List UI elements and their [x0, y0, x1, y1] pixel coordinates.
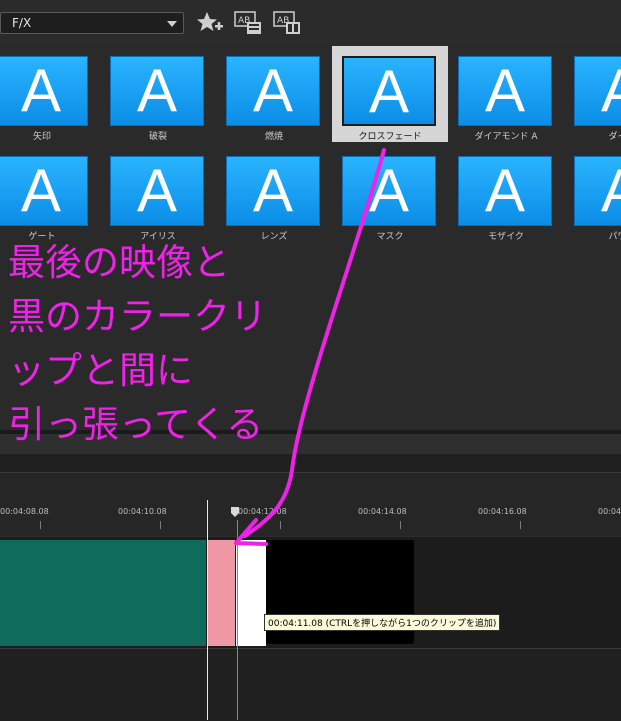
transition-thumbnail: A: [458, 56, 552, 126]
transition-label: 燃焼: [264, 132, 283, 142]
clip-boundary-line: [207, 500, 208, 720]
transition-label: 破裂: [148, 132, 167, 142]
transition-label: ダイア: [608, 132, 621, 142]
playhead-line[interactable]: [237, 520, 238, 720]
thumbnail-letter: A: [20, 57, 62, 124]
transition-label: マスク: [376, 232, 404, 242]
transition-clip[interactable]: [236, 540, 266, 646]
transition-thumbnail: A: [342, 56, 436, 126]
ruler-tick-label: 00:04:12.08: [238, 507, 287, 516]
transition-label: 矢印: [32, 132, 51, 142]
thumbnail-letter: A: [136, 157, 178, 224]
thumbnail-letter: A: [484, 57, 526, 124]
ruler-tick-label: 00:04:16.08: [478, 507, 527, 516]
thumbnail-letter: A: [252, 157, 294, 224]
annotation-line: 黒のカラークリ: [8, 295, 267, 338]
transition-tile-mosaic[interactable]: A モザイク: [448, 146, 564, 242]
thumbnail-letter: A: [20, 157, 62, 224]
ruler-tick-label: 00:04:08.08: [0, 507, 49, 516]
transition-thumbnail: A: [110, 156, 204, 226]
title-effect-icon[interactable]: AB: [233, 10, 263, 36]
ruler-tick: [400, 521, 401, 529]
thumbnail-letter: A: [484, 157, 526, 224]
transition-thumbnail: A: [226, 56, 320, 126]
transition-tile-lens[interactable]: A レンズ: [216, 146, 332, 242]
timecode-tooltip: 00:04:11.08 (CTRLを押しながら1つのクリップを追加): [264, 614, 501, 631]
ruler-tick: [280, 521, 281, 529]
category-dropdown[interactable]: F/X: [0, 12, 184, 34]
transition-drop-zone[interactable]: [207, 540, 235, 646]
ruler-tick: [160, 521, 161, 529]
transition-thumbnail: A: [0, 56, 88, 126]
ruler-tick: [40, 521, 41, 529]
transition-tile-crossfade[interactable]: A クロスフェード: [332, 46, 448, 142]
transition-thumbnail: A: [226, 156, 320, 226]
thumbnail-letter: A: [368, 58, 410, 125]
transition-tile-diamond-a[interactable]: A ダイアモンド A: [448, 46, 564, 142]
timeline-ruler[interactable]: 00:04:08.08 00:04:10.08 00:04:12.08 00:0…: [0, 472, 621, 537]
transition-thumbnail: A: [110, 56, 204, 126]
transition-thumbnail: A: [574, 56, 621, 126]
transition-thumbnail: A: [342, 156, 436, 226]
transition-library-grid: A 矢印 A 破裂 A 燃焼 A クロスフェード A ダイアモンド A A ダイ…: [0, 46, 621, 246]
transition-label: ダイアモンド A: [474, 132, 538, 142]
transition-tile-burst[interactable]: A 破裂: [100, 46, 216, 142]
thumbnail-letter: A: [575, 161, 621, 221]
video-clip[interactable]: [0, 540, 206, 646]
thumbnail-letter: A: [252, 57, 294, 124]
category-dropdown-value: F/X: [12, 16, 32, 30]
transition-label: パワー: [608, 232, 621, 242]
transition-tile-iris[interactable]: A アイリス: [100, 146, 216, 242]
thumbnail-letter: A: [368, 157, 410, 224]
audio-track[interactable]: [0, 648, 621, 721]
transition-label: クロスフェード: [358, 132, 422, 142]
thumbnail-letter: A: [136, 57, 178, 124]
thumbnail-letter: A: [575, 61, 621, 121]
transition-thumbnail: A: [0, 156, 88, 226]
transition-tile-power[interactable]: A パワー: [564, 146, 621, 242]
annotation-line: 引っ張ってくる: [8, 403, 264, 446]
ruler-tick: [520, 521, 521, 529]
transition-effect-icon[interactable]: AB: [272, 10, 302, 36]
transition-label: モザイク: [488, 232, 524, 242]
transition-tile-arrow[interactable]: A 矢印: [0, 46, 100, 142]
transition-tile-burn[interactable]: A 燃焼: [216, 46, 332, 142]
annotation-text: 最後の映像と 黒のカラークリ ップと間に 引っ張ってくる: [8, 236, 267, 452]
transition-thumbnail: A: [574, 156, 621, 226]
ruler-tick-label: 00:04:18.08: [598, 507, 621, 516]
annotation-line: 最後の映像と: [8, 241, 230, 284]
transition-tile-diamond[interactable]: A ダイア: [564, 46, 621, 142]
annotation-line: ップと間に: [8, 349, 193, 392]
chevron-down-icon: [167, 21, 177, 27]
ruler-tick-label: 00:04:14.08: [358, 507, 407, 516]
transition-tile-mask[interactable]: A マスク: [332, 146, 448, 242]
library-toolbar: F/X AB AB: [0, 0, 621, 47]
add-favorite-icon[interactable]: [196, 10, 224, 36]
transition-thumbnail: A: [458, 156, 552, 226]
transition-tile-gate[interactable]: A ゲート: [0, 146, 100, 242]
ruler-tick-label: 00:04:10.08: [118, 507, 167, 516]
timeline-toolbar: [0, 454, 621, 472]
